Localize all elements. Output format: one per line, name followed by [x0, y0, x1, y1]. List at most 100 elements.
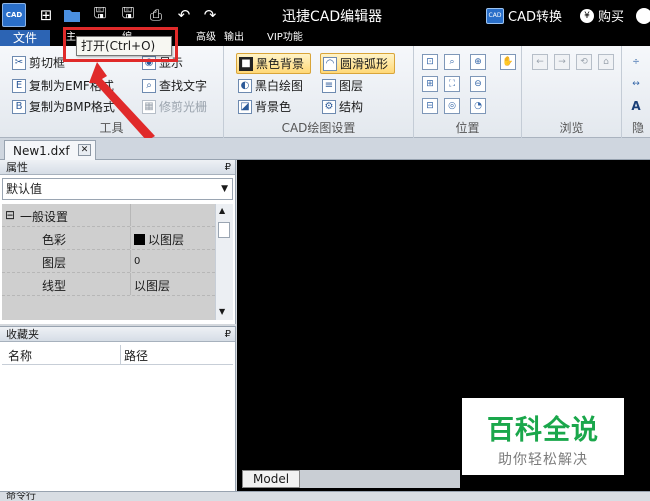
- black-background-button[interactable]: ■ 黑色背景: [236, 53, 312, 74]
- zoom-extents-icon[interactable]: ⛶: [444, 76, 460, 92]
- save-icon[interactable]: 🖫: [90, 4, 110, 25]
- group-settings: ■ 黑色背景 ◐ 黑白绘图 ◪ 背景色 ◠ 圆滑弧形 ≡ 图层 ⚙ 结构 CAD绘图设置: [224, 46, 414, 138]
- model-tab[interactable]: Model: [242, 470, 300, 488]
- black-background-label: 黑色背景: [256, 57, 305, 71]
- browse-back-icon[interactable]: ←: [532, 54, 548, 70]
- scroll-up-icon[interactable]: ▲: [219, 206, 225, 215]
- zoom-in-icon[interactable]: ⊕: [470, 54, 486, 70]
- bw-drawing-label: 黑白绘图: [255, 79, 304, 93]
- menu-output[interactable]: 输出: [222, 30, 246, 46]
- bw-drawing-icon: ◐: [238, 78, 252, 93]
- browse-forward-icon[interactable]: →: [554, 54, 570, 70]
- property-row[interactable]: 图层 0: [2, 250, 215, 273]
- property-name: 线型: [42, 279, 67, 293]
- group-browse-label: 浏览: [559, 121, 584, 135]
- zoom-out-icon[interactable]: ⊖: [470, 76, 486, 92]
- menu-vip[interactable]: VIP功能: [265, 30, 305, 46]
- collapse-icon[interactable]: ⊟: [5, 208, 15, 222]
- cad-convert-icon: CAD: [486, 7, 504, 24]
- pin-icon[interactable]: ₽: [225, 160, 231, 175]
- group-position: ⊡ ⌕ ⊕ ✋ ⊞ ⛶ ⊖ ⊟ ◎ ◔ 位置: [414, 46, 522, 138]
- properties-title: 属性 ₽: [0, 160, 235, 175]
- text-style-icon[interactable]: A: [628, 98, 644, 114]
- copy-emf-icon: E: [12, 78, 26, 93]
- pin-icon[interactable]: ₽: [225, 327, 231, 342]
- trim-raster-label: 修剪光栅: [159, 100, 208, 114]
- column-header-name[interactable]: 名称: [8, 347, 32, 364]
- properties-title-text: 属性: [6, 161, 28, 174]
- zoom-center-icon[interactable]: ◎: [444, 98, 460, 114]
- zoom-previous-icon[interactable]: ⊟: [422, 98, 438, 114]
- annotation-highlight-box: [63, 27, 178, 62]
- scroll-down-icon[interactable]: ▼: [219, 307, 225, 316]
- copy-emf-button[interactable]: E 复制为EMF格式: [12, 77, 114, 94]
- watermark-main-text: 百科全说: [487, 415, 599, 446]
- section-label: 一般设置: [20, 210, 69, 224]
- favorites-header-row: 名称 路径: [2, 345, 233, 365]
- cart-icon: ¥: [580, 8, 594, 23]
- watermark-logo: 百科全说 助你轻松解决: [462, 398, 624, 475]
- dimension-icon[interactable]: ↔: [628, 76, 644, 92]
- find-text-button[interactable]: ⌕ 查找文字: [142, 77, 207, 94]
- zoom-realtime-icon[interactable]: ⌕: [444, 54, 460, 70]
- smooth-arc-button[interactable]: ◠ 圆滑弧形: [320, 53, 396, 74]
- buy-button[interactable]: ¥ 购买: [580, 6, 624, 25]
- divide-icon[interactable]: ÷: [628, 54, 644, 70]
- horizontal-scrollbar[interactable]: [300, 470, 460, 488]
- property-row[interactable]: 线型 以图层: [2, 273, 215, 296]
- layers-icon: ≡: [322, 78, 336, 93]
- app-window: CAD ⊞ 🖫 🖫 ⎙ ↶ ↷ 迅捷CAD编辑器 CAD CAD转换 ¥ 购买 …: [0, 0, 650, 501]
- background-color-label: 背景色: [255, 100, 292, 114]
- grid-separator: [130, 204, 131, 226]
- property-row[interactable]: 色彩 以图层: [2, 227, 215, 250]
- zoom-scale-icon[interactable]: ◔: [470, 98, 486, 114]
- favorites-title-text: 收藏夹: [6, 328, 39, 341]
- scroll-thumb[interactable]: [218, 222, 230, 238]
- document-tab-label: New1.dxf: [13, 143, 70, 158]
- zoom-window-icon[interactable]: ⊡: [422, 54, 438, 70]
- group-settings-label: CAD绘图设置: [281, 121, 356, 135]
- cad-convert-button[interactable]: CAD CAD转换: [486, 6, 562, 25]
- trim-raster-button[interactable]: ▦ 修剪光栅: [142, 98, 207, 115]
- browse-reload-icon[interactable]: ⟲: [576, 54, 592, 70]
- user-icon[interactable]: [636, 8, 650, 24]
- browse-home-icon[interactable]: ⌂: [598, 54, 614, 70]
- menu-advanced[interactable]: 高级: [194, 30, 218, 46]
- copy-bmp-button[interactable]: B 复制为BMP格式: [12, 98, 115, 115]
- app-logo-icon[interactable]: CAD: [2, 3, 26, 27]
- save-as-icon[interactable]: 🖫: [118, 4, 138, 25]
- document-tab[interactable]: New1.dxf ✕: [4, 140, 96, 160]
- property-value: 以图层: [134, 279, 171, 293]
- find-text-label: 查找文字: [159, 79, 208, 93]
- open-folder-icon[interactable]: [62, 5, 82, 25]
- smooth-arc-icon: ◠: [323, 56, 337, 71]
- bw-drawing-button[interactable]: ◐ 黑白绘图: [238, 77, 303, 94]
- zoom-fit-icon[interactable]: ⊞: [422, 76, 438, 92]
- command-bar[interactable]: 命令行: [0, 491, 650, 501]
- clip-frame-button[interactable]: ✂ 剪切框: [12, 54, 65, 71]
- pan-hand-icon[interactable]: ✋: [500, 54, 516, 70]
- chevron-down-icon: ▼: [221, 184, 228, 194]
- property-value: 以图层: [132, 231, 184, 248]
- new-file-icon[interactable]: ⊞: [36, 5, 56, 25]
- grid-separator: [130, 227, 131, 249]
- property-value: 0: [134, 256, 141, 267]
- property-section-row[interactable]: ⊟ 一般设置: [2, 204, 215, 227]
- close-icon[interactable]: ✕: [78, 144, 91, 156]
- favorites-panel: 收藏夹 ₽ 名称 路径: [0, 326, 236, 491]
- property-scrollbar[interactable]: ▲ ▼: [215, 204, 233, 320]
- undo-icon[interactable]: ↶: [174, 5, 194, 25]
- structure-label: 结构: [339, 100, 364, 114]
- buy-label: 购买: [598, 10, 625, 25]
- redo-icon[interactable]: ↷: [200, 5, 220, 25]
- background-color-button[interactable]: ◪ 背景色: [238, 98, 291, 115]
- print-icon[interactable]: ⎙: [146, 5, 166, 25]
- property-name: 图层: [42, 256, 67, 270]
- layers-button[interactable]: ≡ 图层: [322, 77, 363, 94]
- menu-file[interactable]: 文件: [0, 30, 50, 46]
- structure-button[interactable]: ⚙ 结构: [322, 98, 363, 115]
- copy-emf-label: 复制为EMF格式: [29, 79, 114, 93]
- properties-dropdown[interactable]: 默认值 ▼: [2, 178, 233, 200]
- column-header-path[interactable]: 路径: [124, 347, 148, 364]
- trim-raster-icon: ▦: [142, 99, 156, 114]
